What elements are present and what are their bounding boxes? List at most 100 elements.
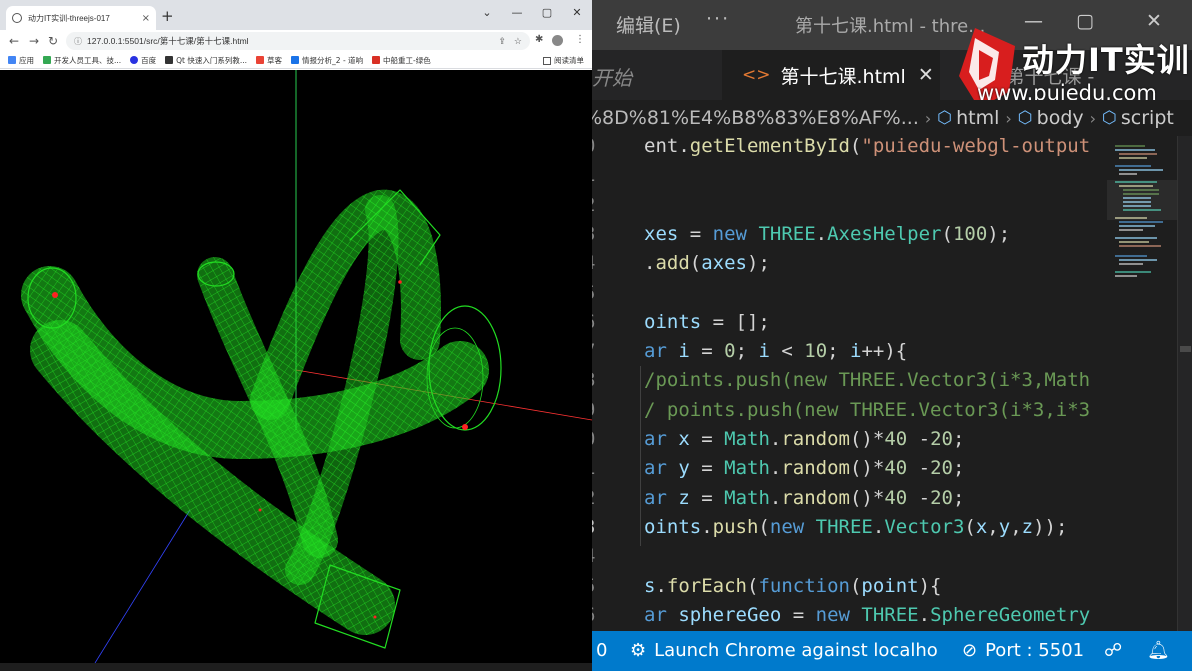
code-line[interactable]: 0 ent.getElementById("puiedu-webgl-output bbox=[592, 136, 1107, 161]
notifications-bell-icon[interactable]: 🔔︎ bbox=[1147, 640, 1170, 661]
control-point bbox=[398, 280, 402, 284]
code-text: oints.push(new THREE.Vector3(x,y,z)); bbox=[644, 515, 1068, 538]
baidu-paw-icon bbox=[130, 56, 139, 64]
launch-config-label: Launch Chrome against localho bbox=[654, 640, 938, 661]
code-line[interactable]: 9 / points.push(new THREE.Vector3(i*3,i*3 bbox=[592, 396, 1107, 425]
share-icon[interactable]: ⇪ bbox=[498, 36, 506, 47]
back-button[interactable]: ← bbox=[9, 33, 19, 49]
control-point bbox=[258, 508, 262, 512]
menu-edit[interactable]: 编辑(E) bbox=[616, 11, 681, 38]
bookmark-label: Qt 快速入门系列教... bbox=[176, 55, 248, 65]
breadcrumb-body[interactable]: body bbox=[1037, 107, 1084, 129]
bookmark-label: 草客 bbox=[267, 55, 283, 65]
code-line[interactable]: 6 oints = []; bbox=[592, 308, 1107, 337]
line-number: 2 bbox=[592, 484, 604, 513]
profile-avatar[interactable] bbox=[552, 35, 563, 46]
tab-search-icon[interactable]: ⌄ bbox=[472, 0, 502, 24]
code-text: / points.push(new THREE.Vector3(i*3,i*3 bbox=[644, 398, 1091, 421]
address-bar[interactable]: ⓘ 127.0.0.1:5501/src/第十七课/第十七课.html ⇪ ☆ bbox=[66, 32, 530, 50]
code-line[interactable]: 3 xes = new THREE.AxesHelper(100); bbox=[592, 220, 1107, 249]
code-line[interactable]: 8/points.push(new THREE.Vector3(i*3,Math bbox=[592, 366, 1107, 395]
code-line[interactable]: 5 s.forEach(function(point){ bbox=[592, 572, 1107, 601]
cube-icon: ⬡ bbox=[1102, 108, 1117, 128]
reading-list-button[interactable]: 阅读清单 bbox=[537, 52, 584, 68]
line-number: 6 bbox=[592, 601, 604, 630]
code-text: ar sphereGeo = new THREE.SphereGeometry bbox=[644, 603, 1091, 626]
editor-scrollbar[interactable] bbox=[1177, 136, 1192, 631]
new-tab-button[interactable]: + bbox=[161, 8, 174, 24]
code-line[interactable]: 7 ar i = 0; i < 10; i++){ bbox=[592, 337, 1107, 366]
close-window-button[interactable]: ✕ bbox=[562, 0, 592, 24]
code-text: .add(axes); bbox=[644, 252, 770, 275]
code-line[interactable]: 4 bbox=[592, 542, 1107, 571]
logo-brand-text: 动力IT实训 bbox=[1022, 41, 1190, 79]
bookmark-label: 情报分析_2 - 道响 bbox=[302, 55, 364, 65]
mail-icon bbox=[256, 56, 265, 64]
status-left-number: 0 bbox=[596, 640, 608, 661]
breadcrumb-path[interactable]: %8D%81%E4%B8%83%E8%AF%... bbox=[592, 107, 919, 129]
tab-close-button[interactable]: × bbox=[142, 13, 150, 24]
bookmark-csic[interactable]: 中船重工-绿色 bbox=[372, 55, 431, 66]
tab-close-button[interactable]: ✕ bbox=[918, 64, 934, 86]
reload-button[interactable]: ↻ bbox=[48, 33, 58, 49]
menu-more[interactable]: ··· bbox=[706, 8, 730, 30]
scrollbar-thumb[interactable] bbox=[1180, 346, 1191, 352]
launch-config-button[interactable]: ⚙ Launch Chrome against localho bbox=[630, 640, 938, 661]
line-number: 6 bbox=[592, 308, 604, 337]
page-icon bbox=[291, 56, 300, 64]
bookmark-qt[interactable]: Qt 快速入门系列教... bbox=[165, 55, 247, 66]
webgl-output[interactable] bbox=[0, 70, 592, 663]
bookmark-caoke[interactable]: 草客 bbox=[256, 55, 282, 66]
feedback-icon[interactable]: ☍ bbox=[1104, 640, 1122, 661]
minimap-canvas bbox=[1107, 145, 1177, 277]
menu-icon[interactable]: ⋮ bbox=[575, 34, 585, 45]
tab-label: 第十七课.html bbox=[780, 65, 906, 88]
bookmark-apps[interactable]: 应用 bbox=[8, 55, 34, 66]
minimize-button[interactable]: — bbox=[502, 0, 532, 24]
minimap[interactable] bbox=[1107, 136, 1177, 631]
bookmark-intel[interactable]: 情报分析_2 - 道响 bbox=[291, 55, 363, 66]
tab-start[interactable]: 开始 bbox=[592, 62, 632, 91]
tube-wireframe bbox=[21, 189, 502, 649]
control-point bbox=[52, 292, 58, 298]
chevron-right-icon: › bbox=[1089, 108, 1097, 128]
code-text: s.forEach(function(point){ bbox=[644, 574, 942, 597]
code-area[interactable]: 0 ent.getElementById("puiedu-webgl-output… bbox=[592, 136, 1107, 631]
code-line[interactable]: 2 bbox=[592, 191, 1107, 220]
code-line[interactable]: 2 ar z = Math.random()*40 -20; bbox=[592, 484, 1107, 513]
browser-tab[interactable]: 动力IT实训-threejs-017 × bbox=[6, 6, 156, 30]
tab-active-file[interactable]: <> 第十七课.html ✕ bbox=[722, 50, 940, 100]
page-icon bbox=[372, 56, 381, 64]
bookmark-baidu[interactable]: 百度 bbox=[130, 55, 156, 66]
apps-grid-icon bbox=[8, 56, 16, 64]
browser-window-controls: ⌄ — ▢ ✕ bbox=[472, 0, 592, 24]
breadcrumb-html[interactable]: html bbox=[956, 107, 999, 129]
code-line[interactable]: 3 oints.push(new THREE.Vector3(x,y,z)); bbox=[592, 513, 1107, 542]
bookmark-devtools[interactable]: 开发人员工具、技... bbox=[43, 55, 121, 66]
code-text: ar y = Math.random()*40 -20; bbox=[644, 457, 965, 480]
code-line[interactable]: 1 bbox=[592, 161, 1107, 190]
code-text: ar z = Math.random()*40 -20; bbox=[644, 486, 965, 509]
code-editor-window: 编辑(E) ··· 第十七课.html - thre... — ▢ ✕ 开始 <… bbox=[592, 0, 1192, 671]
code-line[interactable]: 0 ar x = Math.random()*40 -20; bbox=[592, 425, 1107, 454]
control-point bbox=[373, 615, 377, 619]
extensions-icon[interactable]: ✱ bbox=[535, 34, 543, 45]
tube-geometry-scene[interactable] bbox=[0, 70, 592, 663]
code-line[interactable]: 6 ar sphereGeo = new THREE.SphereGeometry bbox=[592, 601, 1107, 630]
indent-guide bbox=[640, 366, 641, 546]
breadcrumb-script[interactable]: script bbox=[1121, 107, 1174, 129]
line-number: 9 bbox=[592, 396, 604, 425]
info-icon[interactable]: ⓘ bbox=[74, 36, 82, 47]
reading-list-icon bbox=[543, 56, 551, 65]
maximize-button[interactable]: ▢ bbox=[532, 0, 562, 24]
debug-icon: ⚙ bbox=[630, 640, 647, 661]
code-text: oints = []; bbox=[644, 310, 770, 333]
chevron-right-icon: › bbox=[1005, 108, 1012, 128]
code-line[interactable]: 4 .add(axes); bbox=[592, 249, 1107, 278]
code-line[interactable]: 1 ar y = Math.random()*40 -20; bbox=[592, 454, 1107, 483]
live-server-port[interactable]: ⊘ Port : 5501 bbox=[962, 640, 1084, 661]
browser-tab-strip: 动力IT实训-threejs-017 × + ⌄ — ▢ ✕ bbox=[0, 0, 592, 30]
code-line[interactable]: 5 bbox=[592, 279, 1107, 308]
bookmark-star-icon[interactable]: ☆ bbox=[514, 36, 522, 47]
forward-button[interactable]: → bbox=[29, 33, 39, 49]
